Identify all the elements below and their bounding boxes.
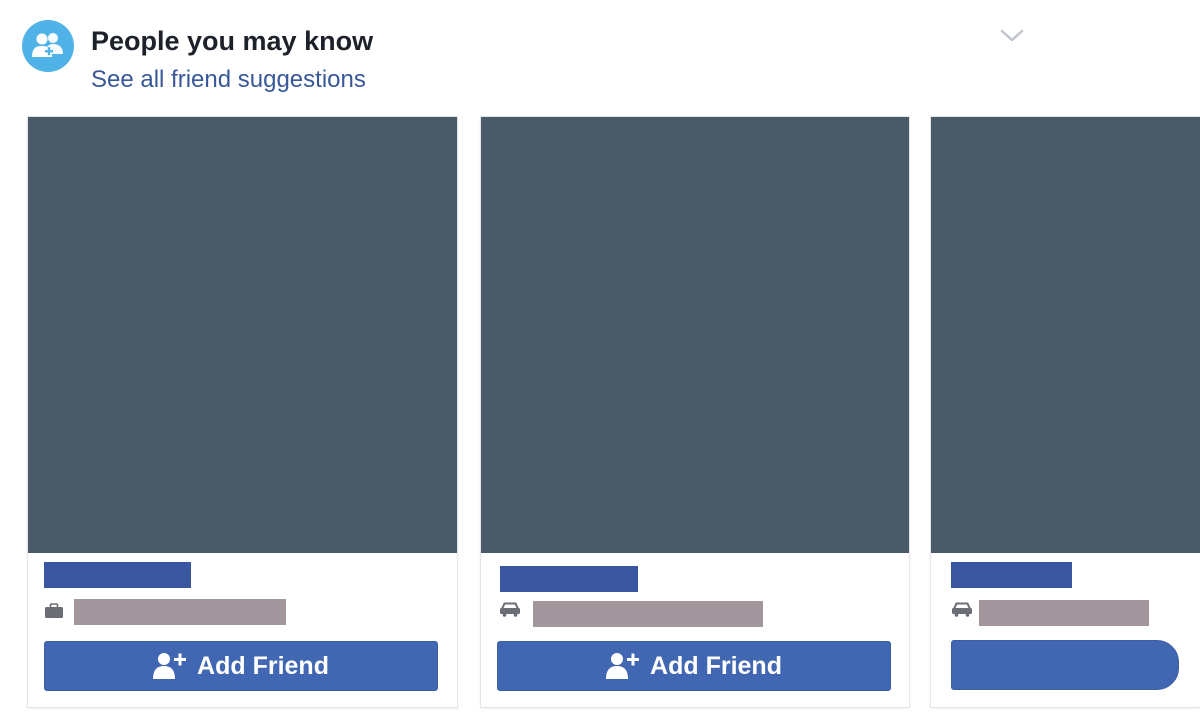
add-friend-button[interactable]: Add Friend [44,641,438,691]
add-friend-icon [153,653,187,679]
add-friend-icon [606,653,640,679]
add-friend-label: Add Friend [197,651,329,680]
car-icon [499,601,520,617]
profile-photo[interactable] [481,117,909,553]
profile-photo[interactable] [28,117,457,553]
suggestion-card: Add Friend [27,116,458,708]
add-friend-label: Add Friend [650,651,782,680]
redacted-info [979,600,1149,626]
redacted-name[interactable] [951,562,1072,588]
add-friend-button[interactable]: Add Friend [497,641,891,691]
section-title: People you may know [91,26,374,56]
see-all-suggestions-link[interactable]: See all friend suggestions [91,66,366,94]
redacted-info [74,599,286,625]
redacted-name[interactable] [500,566,638,592]
chevron-down-icon[interactable] [998,24,1026,48]
suggestion-card [930,116,1200,708]
car-icon [951,601,972,617]
briefcase-icon [44,603,64,619]
profile-photo[interactable] [931,117,1200,553]
redacted-name[interactable] [44,562,191,588]
people-icon [22,20,74,72]
suggestion-card: Add Friend [480,116,910,708]
redacted-info [533,601,763,627]
add-friend-button[interactable] [951,640,1179,690]
